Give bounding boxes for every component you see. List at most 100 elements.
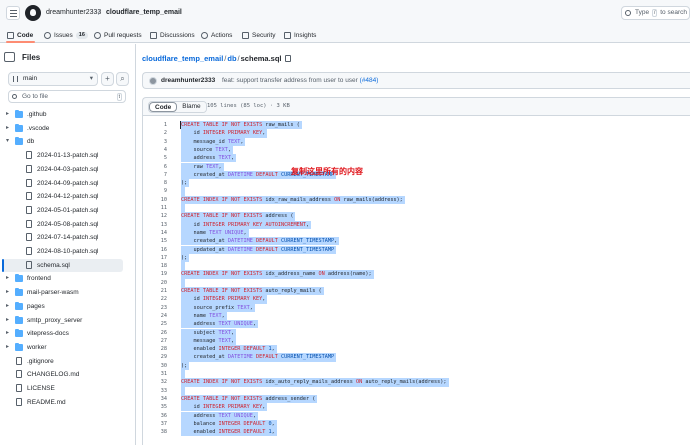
sidebar-toggle-icon[interactable] — [4, 52, 15, 62]
chevron-right-icon[interactable]: ▸ — [6, 327, 9, 340]
go-to-file-input[interactable]: Go to file t — [8, 90, 126, 103]
tree-file[interactable]: schema.sql — [2, 258, 123, 272]
branch-selector[interactable]: main ▾ — [8, 72, 98, 86]
tree-file[interactable]: .gitignore — [2, 355, 123, 368]
chevron-down-icon[interactable]: ▾ — [6, 135, 9, 148]
tree-folder[interactable]: ▸ .vscode — [2, 122, 123, 135]
tree-folder[interactable]: ▸ vitepress-docs — [2, 327, 123, 340]
line-number[interactable]: 36 — [143, 412, 167, 420]
tree-folder[interactable]: ▸ pages — [2, 300, 123, 313]
search-files-button[interactable]: ⌕ — [116, 72, 129, 86]
tree-folder[interactable]: ▸ .github — [2, 108, 123, 121]
chevron-right-icon[interactable]: ▸ — [6, 300, 9, 313]
tree-file[interactable]: 2024-01-13-patch.sql — [2, 149, 123, 162]
line-number[interactable]: 24 — [143, 312, 167, 320]
line-number[interactable]: 29 — [143, 353, 167, 361]
line-number[interactable]: 2 — [143, 129, 167, 137]
line-number[interactable]: 4 — [143, 146, 167, 154]
line-number[interactable]: 19 — [143, 270, 167, 278]
code-view-button[interactable]: Code — [149, 102, 178, 112]
line-number[interactable]: 9 — [143, 187, 167, 195]
line-number[interactable]: 32 — [143, 378, 167, 386]
line-number[interactable]: 15 — [143, 237, 167, 245]
menu-icon[interactable] — [6, 6, 20, 20]
line-number[interactable]: 12 — [143, 212, 167, 220]
tree-file[interactable]: LICENSE — [2, 382, 123, 395]
tree-file[interactable]: 2024-05-08-patch.sql — [2, 218, 123, 231]
tree-folder[interactable]: ▸ smtp_proxy_server — [2, 314, 123, 327]
line-number[interactable]: 27 — [143, 337, 167, 345]
line-number[interactable]: 25 — [143, 320, 167, 328]
repo-owner-link[interactable]: dreamhunter2333 — [46, 9, 101, 16]
tree-file[interactable]: 2024-08-10-patch.sql — [2, 245, 123, 258]
commit-pr-link[interactable]: (#484) — [360, 77, 379, 84]
tree-folder[interactable]: ▾ db — [2, 135, 123, 148]
line-number[interactable]: 23 — [143, 304, 167, 312]
line-number[interactable]: 10 — [143, 196, 167, 204]
line-number[interactable]: 11 — [143, 204, 167, 212]
commit-message[interactable]: feat: support transfer address from user… — [222, 77, 378, 84]
global-search-input[interactable]: Type / to search — [621, 6, 690, 20]
tab-code[interactable]: Code — [7, 29, 33, 41]
tree-folder[interactable]: ▸ mail-parser-wasm — [2, 286, 123, 299]
chevron-right-icon[interactable]: ▸ — [6, 272, 9, 285]
line-number[interactable]: 34 — [143, 395, 167, 403]
line-number[interactable]: 30 — [143, 362, 167, 370]
line-number[interactable]: 31 — [143, 370, 167, 378]
line-number[interactable]: 33 — [143, 387, 167, 395]
line-number[interactable]: 13 — [143, 221, 167, 229]
line-number[interactable]: 17 — [143, 254, 167, 262]
avatar[interactable] — [149, 77, 157, 85]
code-viewer[interactable]: 1 CREATE TABLE IF NOT EXISTS raw_mails (2… — [142, 115, 690, 445]
github-logo-icon[interactable] — [25, 5, 41, 21]
add-file-button[interactable]: + — [101, 72, 114, 86]
code-line: 29 created_at DATETIME DEFAULT CURRENT_T… — [143, 353, 690, 362]
tab-actions[interactable]: Actions — [201, 29, 232, 41]
line-number[interactable]: 3 — [143, 138, 167, 146]
tab-security[interactable]: Security — [242, 29, 275, 41]
line-number[interactable]: 26 — [143, 329, 167, 337]
line-number[interactable]: 28 — [143, 345, 167, 353]
chevron-right-icon[interactable]: ▸ — [6, 122, 9, 135]
code-text — [181, 370, 185, 379]
line-number[interactable]: 37 — [143, 420, 167, 428]
chevron-right-icon[interactable]: ▸ — [6, 341, 9, 354]
commit-author[interactable]: dreamhunter2333 — [161, 77, 215, 84]
line-number[interactable]: 14 — [143, 229, 167, 237]
line-number[interactable]: 20 — [143, 279, 167, 287]
copy-path-icon[interactable] — [284, 55, 291, 62]
chevron-right-icon[interactable]: ▸ — [6, 108, 9, 121]
line-number[interactable]: 21 — [143, 287, 167, 295]
chevron-right-icon[interactable]: ▸ — [6, 314, 9, 327]
tree-file[interactable]: 2024-07-14-patch.sql — [2, 231, 123, 244]
tab-pull-requests[interactable]: Pull requests — [94, 29, 142, 41]
line-number[interactable]: 5 — [143, 154, 167, 162]
tree-folder[interactable]: ▸ frontend — [2, 272, 123, 285]
breadcrumb-folder-link[interactable]: db — [227, 54, 236, 63]
tab-issues[interactable]: Issues 16 — [44, 29, 88, 41]
line-number[interactable]: 6 — [143, 163, 167, 171]
tab-insights[interactable]: Insights — [284, 29, 316, 41]
line-number[interactable]: 22 — [143, 295, 167, 303]
tree-file[interactable]: README.md — [2, 396, 123, 409]
tree-file[interactable]: 2024-05-01-patch.sql — [2, 204, 123, 217]
line-number[interactable]: 8 — [143, 179, 167, 187]
chevron-right-icon[interactable]: ▸ — [6, 286, 9, 299]
tree-file[interactable]: 2024-04-09-patch.sql — [2, 177, 123, 190]
breadcrumb-repo-link[interactable]: cloudflare_temp_email — [142, 54, 223, 63]
tab-discussions[interactable]: Discussions — [150, 29, 195, 41]
line-number[interactable]: 16 — [143, 246, 167, 254]
tree-item-label: 2024-05-08-patch.sql — [37, 220, 99, 228]
line-number[interactable]: 35 — [143, 403, 167, 411]
tree-file[interactable]: CHANGELOG.md — [2, 368, 123, 381]
tree-file[interactable]: 2024-04-03-patch.sql — [2, 163, 123, 176]
blame-view-button[interactable]: Blame — [177, 102, 206, 112]
tree-file[interactable]: 2024-04-12-patch.sql — [2, 190, 123, 203]
repo-name-link[interactable]: cloudflare_temp_email — [106, 9, 182, 16]
code-text: id INTEGER PRIMARY KEY, — [181, 403, 268, 412]
tree-folder[interactable]: ▸ worker — [2, 341, 123, 354]
line-number[interactable]: 1 — [143, 121, 167, 129]
line-number[interactable]: 18 — [143, 262, 167, 270]
line-number[interactable]: 38 — [143, 428, 167, 436]
line-number[interactable]: 7 — [143, 171, 167, 179]
